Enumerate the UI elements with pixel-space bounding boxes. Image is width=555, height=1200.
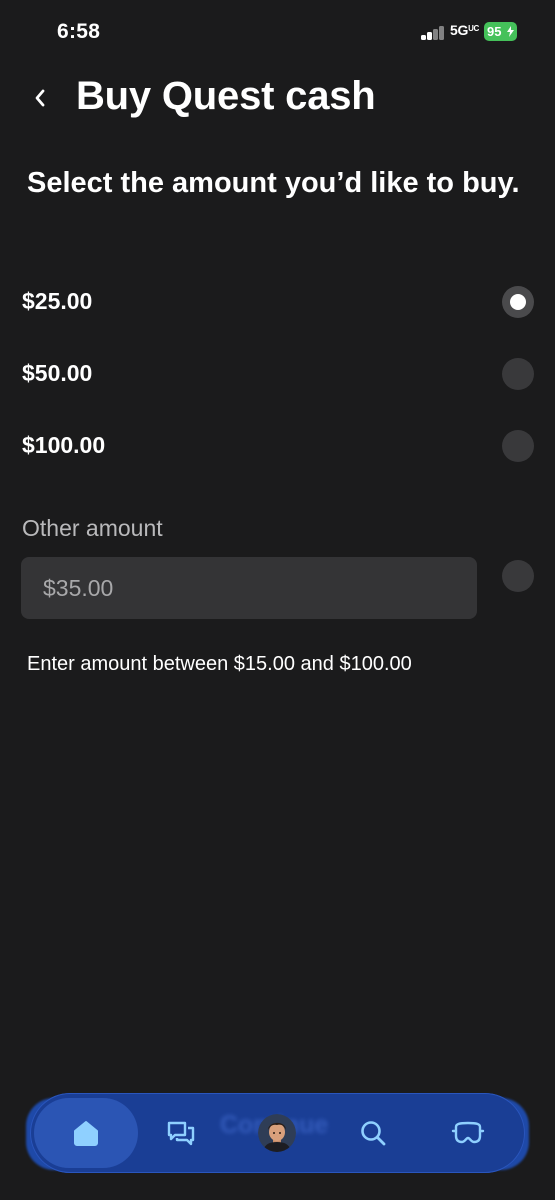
amount-range-hint: Enter amount between $15.00 and $100.00	[27, 653, 412, 675]
home-icon	[74, 1121, 98, 1146]
other-amount-input[interactable]	[21, 557, 477, 619]
network-indicator: 5GUC	[450, 22, 480, 38]
other-amount-radio[interactable]	[502, 560, 534, 592]
other-amount-label: Other amount	[22, 515, 163, 541]
status-time: 6:58	[57, 20, 101, 43]
amount-option-25[interactable]: $25.00	[0, 272, 555, 332]
page-title: Buy Quest cash	[76, 74, 376, 118]
amount-option-100[interactable]: $100.00	[0, 416, 555, 476]
nav-chats[interactable]	[152, 1098, 210, 1168]
amount-radio[interactable]	[502, 358, 534, 390]
search-icon	[361, 1121, 386, 1146]
chevron-left-icon	[35, 89, 45, 107]
chat-icon	[167, 1121, 195, 1146]
headset-icon	[451, 1121, 485, 1144]
battery-level: 95	[487, 24, 502, 39]
amount-option-50[interactable]: $50.00	[0, 344, 555, 404]
amount-radio-selected[interactable]	[502, 286, 534, 318]
status-bar: 6:58 5GUC 95	[0, 0, 555, 64]
amount-option-label: $25.00	[22, 288, 93, 314]
amount-option-label: $50.00	[22, 360, 93, 386]
avatar	[258, 1114, 296, 1152]
battery-icon: 95	[484, 22, 517, 41]
signal-icon	[421, 26, 447, 40]
page: 6:58 5GUC 95 Buy Quest cash Select the a…	[0, 0, 555, 1200]
nav-search[interactable]	[344, 1098, 402, 1168]
amount-prompt: Select the amount you’d like to buy.	[27, 167, 520, 199]
amount-radio[interactable]	[502, 430, 534, 462]
nav-devices[interactable]	[438, 1098, 498, 1168]
nav-profile[interactable]	[248, 1098, 306, 1168]
back-button[interactable]	[22, 80, 58, 116]
nav-home[interactable]	[34, 1098, 138, 1168]
amount-option-label: $100.00	[22, 432, 106, 458]
